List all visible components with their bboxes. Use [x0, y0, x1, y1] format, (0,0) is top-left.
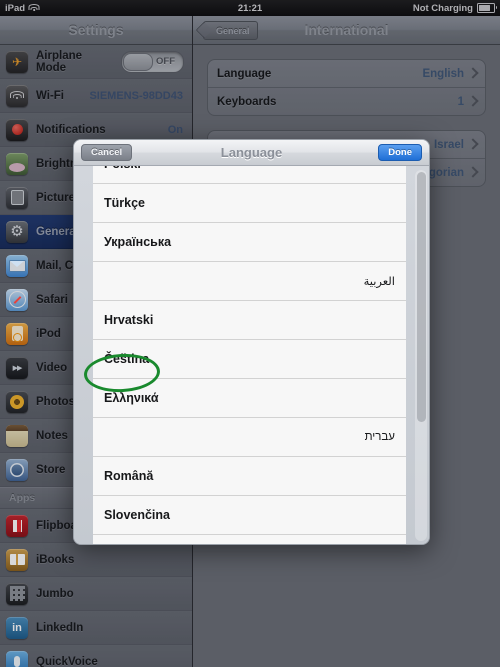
sidebar-item-wifi[interactable]: Wi-Fi SIEMENS-98DD43	[0, 79, 192, 113]
list-item[interactable]: Türkçe	[93, 184, 406, 223]
scrollbar-thumb[interactable]	[417, 172, 426, 422]
modal-toolbar: Cancel Language Done	[74, 140, 429, 166]
store-icon	[6, 458, 28, 481]
sidebar-item-label: Notifications	[36, 123, 106, 136]
modal-body: Polski Türkçe Українська العربية Hrvatsk…	[74, 166, 429, 544]
list-item[interactable]: Română	[93, 457, 406, 496]
wifi-icon	[6, 84, 28, 107]
airplane-icon	[6, 50, 28, 73]
row-label: Language	[217, 67, 272, 80]
sidebar-title: Settings	[68, 22, 124, 38]
sidebar-item-linkedin[interactable]: LinkedIn	[0, 611, 192, 645]
sidebar-item-label: Jumbo	[36, 587, 74, 600]
back-button-label: General	[216, 25, 250, 36]
toggle-state-label: OFF	[156, 56, 175, 67]
sidebar-item-label: Photos	[36, 395, 75, 408]
list-item[interactable]: ภาษาไทย	[93, 535, 406, 544]
status-bar-right: Not Charging	[412, 2, 497, 14]
flipboard-icon	[6, 514, 28, 537]
linkedin-icon	[6, 616, 28, 639]
settings-group-language: Language English Keyboards 1	[207, 59, 486, 116]
sidebar-item-jumbo[interactable]: Jumbo	[0, 577, 192, 611]
sidebar-item-label: LinkedIn	[36, 621, 84, 634]
sidebar-navbar: Settings	[0, 16, 192, 45]
video-icon	[6, 356, 28, 379]
sidebar-item-label: Video	[36, 361, 68, 374]
list-item[interactable]: Polski	[93, 166, 406, 184]
sidebar-item-label: Wi-Fi	[36, 89, 64, 102]
row-label: Keyboards	[217, 95, 277, 108]
picture-frame-icon	[6, 186, 28, 209]
notifications-icon	[6, 118, 28, 141]
list-item-hebrew[interactable]: עברית	[93, 418, 406, 457]
battery-icon	[477, 3, 497, 13]
sidebar-item-label: Notes	[36, 429, 68, 442]
done-button[interactable]: Done	[378, 144, 422, 161]
gear-icon	[6, 220, 28, 243]
sidebar-item-label: iPod	[36, 327, 61, 340]
notes-icon	[6, 424, 28, 447]
list-item[interactable]: العربية	[93, 262, 406, 301]
row-language[interactable]: Language English	[208, 60, 485, 88]
detail-navbar: General International	[193, 16, 500, 45]
safari-icon	[6, 288, 28, 311]
sidebar-item-airplane-mode[interactable]: Airplane Mode OFF	[0, 45, 192, 79]
sidebar-item-quickvoice[interactable]: QuickVoice	[0, 645, 192, 667]
power-state-label: Not Charging	[412, 2, 473, 14]
sidebar-item-label: QuickVoice	[36, 655, 98, 667]
list-item[interactable]: Čeština	[93, 340, 406, 379]
row-keyboards[interactable]: Keyboards 1	[208, 88, 485, 115]
ibooks-icon	[6, 548, 28, 571]
list-item[interactable]: Українська	[93, 223, 406, 262]
jumbo-calculator-icon	[6, 582, 28, 605]
list-item[interactable]: Slovenčina	[93, 496, 406, 535]
sidebar-item-value: SIEMENS-98DD43	[89, 89, 183, 102]
sidebar-item-label: Store	[36, 463, 66, 476]
ipad-settings-screen: iPad 21:21 Not Charging Settings Airplan…	[0, 0, 500, 667]
sidebar-item-label: Safari	[36, 293, 68, 306]
sidebar-item-label: iBooks	[36, 553, 75, 566]
language-picker-modal: Cancel Language Done Polski Türkçe Украї…	[73, 139, 430, 545]
ipod-icon	[6, 322, 28, 345]
list-item[interactable]: Ελληνικά	[93, 379, 406, 418]
sidebar-item-value: On	[167, 123, 183, 136]
back-button-general[interactable]: General	[203, 21, 258, 40]
mail-icon	[6, 254, 28, 277]
language-list[interactable]: Polski Türkçe Українська العربية Hrvatsk…	[93, 166, 406, 544]
photos-icon	[6, 390, 28, 413]
sidebar-item-label: Airplane Mode	[36, 49, 83, 74]
toggle-knob	[123, 52, 154, 71]
page-title: International	[304, 22, 389, 38]
status-bar: iPad 21:21 Not Charging	[0, 0, 500, 16]
quickvoice-microphone-icon	[6, 650, 28, 667]
brightness-icon	[6, 152, 28, 175]
cancel-button[interactable]: Cancel	[81, 144, 133, 161]
list-item[interactable]: Hrvatski	[93, 301, 406, 340]
airplane-mode-toggle[interactable]: OFF	[121, 50, 184, 73]
sidebar-item-ibooks[interactable]: iBooks	[0, 543, 192, 577]
